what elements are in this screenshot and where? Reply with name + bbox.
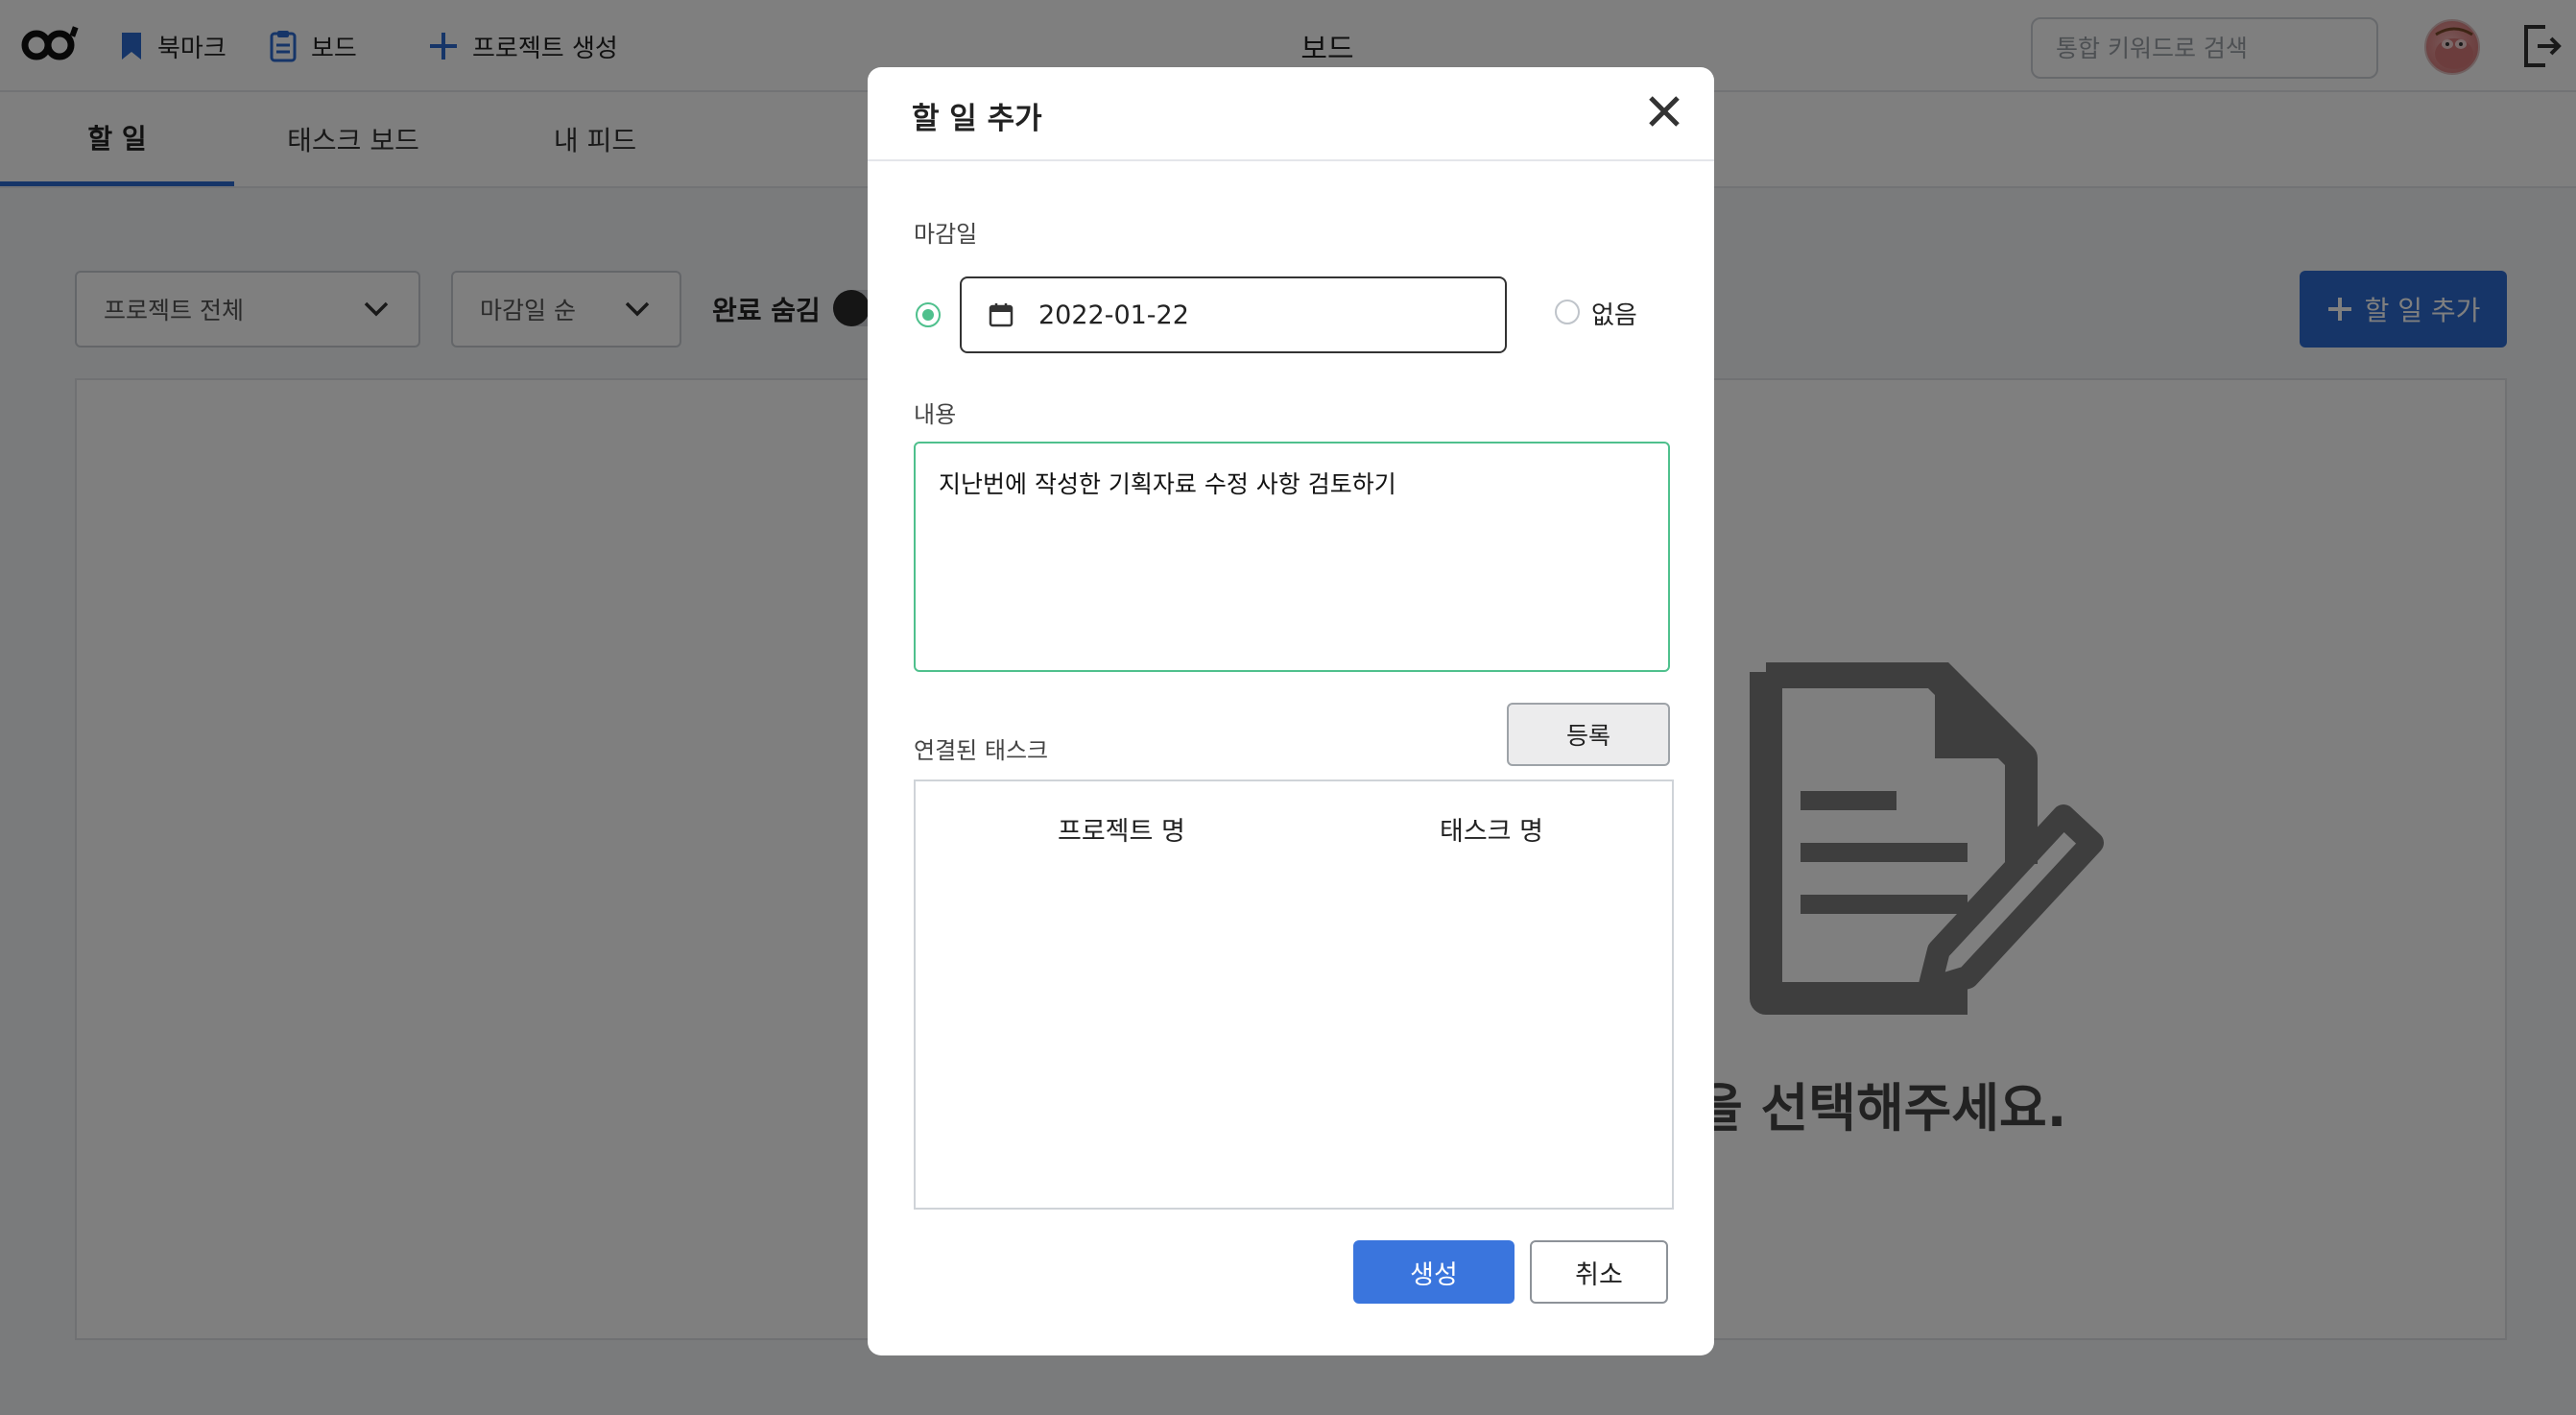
linked-tasks-table: 프로젝트 명 태스크 명 <box>914 779 1674 1210</box>
modal-header: 할 일 추가 <box>868 67 1714 161</box>
linked-tasks-label: 연결된 태스크 <box>914 737 1049 764</box>
deadline-date-radio[interactable] <box>916 302 941 327</box>
deadline-none-label: 없음 <box>1591 301 1637 330</box>
deadline-date-value: 2022-01-22 <box>1038 300 1189 330</box>
content-label: 내용 <box>914 401 957 428</box>
deadline-none-radio[interactable] <box>1555 300 1580 324</box>
content-textarea[interactable]: 지난번에 작성한 기획자료 수정 사항 검토하기 <box>914 442 1670 672</box>
table-header-project: 프로젝트 명 <box>1058 817 1185 847</box>
calendar-icon <box>989 303 1014 327</box>
cancel-button[interactable]: 취소 <box>1530 1240 1668 1304</box>
table-header-task: 태스크 명 <box>1440 817 1543 847</box>
modal-title: 할 일 추가 <box>912 102 1042 136</box>
close-icon[interactable] <box>1643 90 1685 132</box>
create-button[interactable]: 생성 <box>1353 1240 1515 1304</box>
deadline-label: 마감일 <box>914 221 978 248</box>
register-task-button[interactable]: 등록 <box>1507 703 1670 766</box>
add-todo-modal: 할 일 추가 마감일 2022-01-22 없음 내용 지난번에 작성한 기획자… <box>868 67 1714 1355</box>
deadline-date-field[interactable]: 2022-01-22 <box>960 276 1507 353</box>
